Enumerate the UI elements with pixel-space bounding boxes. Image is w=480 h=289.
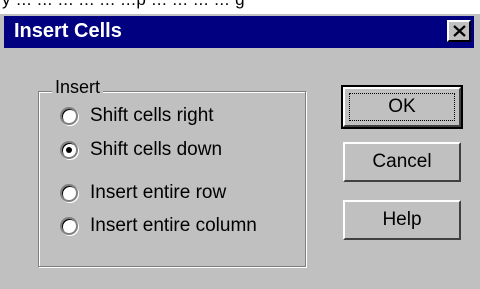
close-button[interactable]: [447, 20, 471, 42]
radio-insert-entire-row[interactable]: Insert entire row: [60, 181, 226, 205]
radio-label: Shift cells down: [90, 139, 223, 160]
radio-label: Insert entire column: [90, 215, 257, 236]
radio-label: Shift cells right: [90, 105, 214, 126]
insert-group-legend: Insert: [52, 77, 104, 98]
radio-shift-cells-down[interactable]: Shift cells down: [60, 138, 222, 162]
radio-selected-dot: [66, 147, 72, 153]
radio-button[interactable]: [60, 217, 78, 235]
partial-text-strip: y ... ... ... ... ... ...p ... ... ... .…: [0, 0, 480, 14]
radio-button[interactable]: [60, 141, 78, 159]
dialog-title: Insert Cells: [14, 20, 122, 42]
insert-cells-dialog: Insert Cells Insert Shift cells right Sh…: [0, 14, 480, 289]
partial-text: y ... ... ... ... ... ...p ... ... ... .…: [2, 0, 245, 10]
radio-shift-cells-right[interactable]: Shift cells right: [60, 104, 214, 128]
radio-insert-entire-column[interactable]: Insert entire column: [60, 214, 257, 238]
radio-button[interactable]: [60, 107, 78, 125]
help-label: Help: [382, 209, 422, 230]
close-icon: [453, 25, 466, 37]
help-button[interactable]: Help: [343, 200, 461, 240]
cancel-button[interactable]: Cancel: [343, 142, 461, 182]
radio-button[interactable]: [60, 184, 78, 202]
focus-rect: [349, 93, 455, 121]
ok-button[interactable]: OK: [341, 85, 463, 129]
cancel-label: Cancel: [372, 151, 432, 172]
radio-label: Insert entire row: [90, 182, 227, 203]
title-bar[interactable]: Insert Cells: [4, 16, 474, 48]
